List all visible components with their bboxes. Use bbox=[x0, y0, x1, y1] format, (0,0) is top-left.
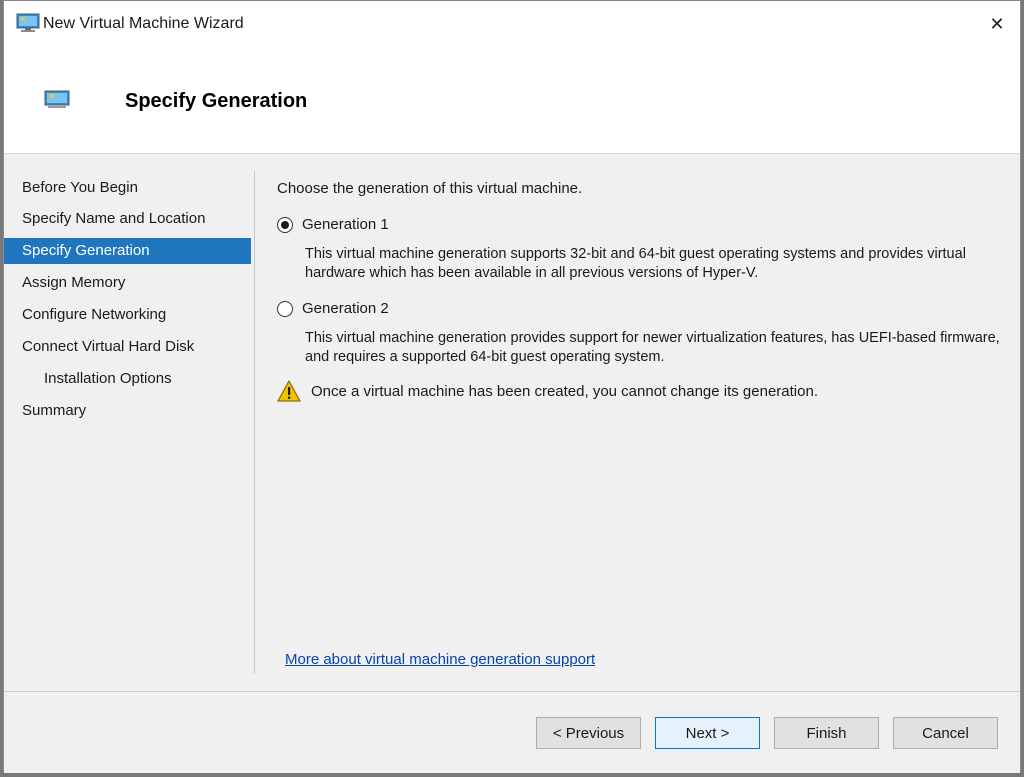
intro-text: Choose the generation of this virtual ma… bbox=[277, 180, 583, 197]
close-icon: ✕ bbox=[989, 13, 1005, 34]
generation-2-radio[interactable] bbox=[277, 300, 293, 317]
close-button[interactable]: ✕ bbox=[974, 1, 1020, 47]
nav-item-installation-options[interactable]: Installation Options bbox=[4, 366, 251, 392]
cancel-button[interactable]: Cancel bbox=[893, 717, 998, 749]
nav-item-connect-virtual-hard-disk[interactable]: Connect Virtual Hard Disk bbox=[4, 334, 251, 360]
generation-1-description: This virtual machine generation supports… bbox=[305, 246, 966, 281]
window-title: New Virtual Machine Wizard bbox=[43, 15, 244, 32]
nav-item-specify-generation[interactable]: Specify Generation bbox=[4, 238, 251, 264]
monitor-icon bbox=[16, 13, 40, 32]
wizard-step-list: Before You Begin Specify Name and Locati… bbox=[4, 154, 254, 672]
previous-button[interactable]: < Previous bbox=[536, 717, 641, 749]
wizard-window: New Virtual Machine Wizard ✕ Specify Gen… bbox=[3, 0, 1021, 773]
next-button[interactable]: Next > bbox=[655, 717, 760, 749]
page-header: Specify Generation bbox=[4, 47, 1020, 154]
nav-divider bbox=[254, 171, 255, 674]
finish-button[interactable]: Finish bbox=[774, 717, 879, 749]
nav-item-before-you-begin[interactable]: Before You Begin bbox=[4, 175, 251, 201]
generation-2-description: This virtual machine generation provides… bbox=[305, 330, 1000, 365]
monitor-icon bbox=[44, 90, 70, 108]
generation-1-option[interactable]: Generation 1 bbox=[277, 216, 389, 233]
warning-text: Once a virtual machine has been created,… bbox=[311, 382, 818, 400]
nav-item-assign-memory[interactable]: Assign Memory bbox=[4, 270, 251, 296]
nav-item-specify-name-and-location[interactable]: Specify Name and Location bbox=[4, 206, 251, 232]
generation-1-radio[interactable] bbox=[277, 216, 293, 233]
generation-2-label: Generation 2 bbox=[302, 300, 389, 317]
generation-2-option[interactable]: Generation 2 bbox=[277, 300, 389, 317]
wizard-footer: < Previous Next > Finish Cancel bbox=[4, 691, 1020, 773]
generation-warning: Once a virtual machine has been created,… bbox=[277, 380, 818, 402]
generation-1-label: Generation 1 bbox=[302, 216, 389, 233]
title-bar: New Virtual Machine Wizard ✕ bbox=[4, 1, 1020, 47]
nav-item-configure-networking[interactable]: Configure Networking bbox=[4, 302, 251, 328]
nav-item-summary[interactable]: Summary bbox=[4, 398, 251, 424]
warning-triangle-icon bbox=[277, 380, 301, 402]
more-info-link[interactable]: More about virtual machine generation su… bbox=[285, 651, 595, 668]
page-title: Specify Generation bbox=[125, 90, 308, 112]
main-content: Choose the generation of this virtual ma… bbox=[277, 154, 1007, 672]
